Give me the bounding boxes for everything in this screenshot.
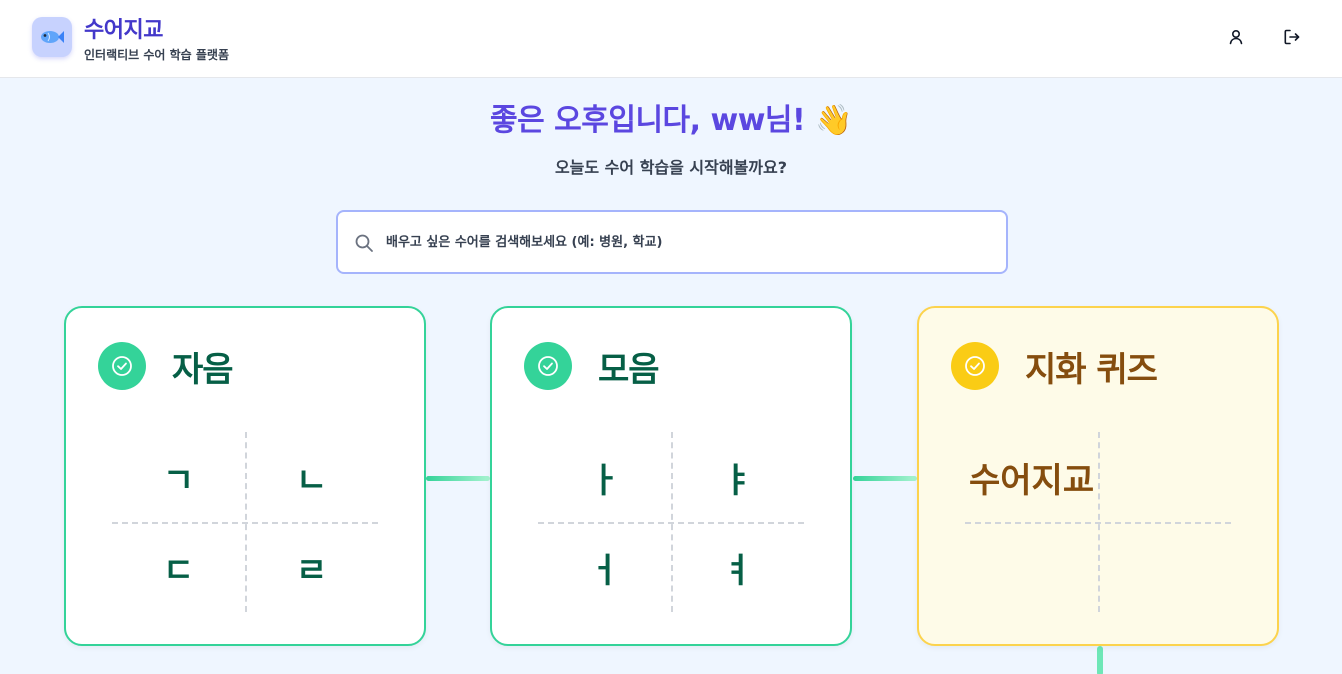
- char-grid: 수어지교: [965, 432, 1231, 612]
- char-cell: [965, 522, 1098, 612]
- card-title: 모음: [598, 350, 660, 390]
- search-input[interactable]: [386, 224, 986, 260]
- brand-name[interactable]: 수어지교: [84, 12, 163, 44]
- path-connector: [426, 476, 490, 481]
- user-icon[interactable]: [1226, 27, 1246, 47]
- char-cell: ㄹ: [295, 550, 328, 591]
- char-cell: ㅑ: [721, 460, 754, 501]
- char-cell: ㅕ: [721, 550, 754, 591]
- char-grid: ㄱ ㄴ ㄷ ㄹ: [112, 432, 378, 612]
- char-grid: ㅏ ㅑ ㅓ ㅕ: [538, 432, 804, 612]
- app-header: 수어지교 인터랙티브 수어 학습 플랫폼: [0, 0, 1342, 78]
- search-bar[interactable]: [336, 210, 1008, 274]
- search-icon: [355, 234, 373, 252]
- greeting-title: 좋은 오후입니다, ww님! 👋: [490, 103, 853, 138]
- greeting-subtitle: 오늘도 수어 학습을 시작해볼까요?: [554, 158, 788, 177]
- char-cell: ㄴ: [295, 460, 328, 501]
- lesson-card-consonants[interactable]: 자음 ㄱ ㄴ ㄷ ㄹ: [64, 306, 426, 646]
- fish-icon[interactable]: [32, 17, 72, 57]
- logout-icon[interactable]: [1282, 27, 1302, 47]
- lesson-card-vowels[interactable]: 모음 ㅏ ㅑ ㅓ ㅕ: [490, 306, 852, 646]
- char-cell: ㅏ: [588, 460, 621, 501]
- path-connector: [1097, 646, 1103, 674]
- char-cell: ㄷ: [162, 550, 195, 591]
- card-title: 자음: [172, 350, 234, 390]
- card-title: 지화 퀴즈: [1025, 350, 1158, 390]
- char-cell: [1098, 522, 1231, 612]
- char-cell: ㅓ: [588, 550, 621, 591]
- char-cell: ㄱ: [162, 460, 195, 501]
- path-connector: [853, 476, 917, 481]
- check-circle-icon: [951, 342, 999, 390]
- check-circle-icon: [98, 342, 146, 390]
- brand-subtitle: 인터랙티브 수어 학습 플랫폼: [84, 48, 230, 62]
- char-cell: [1098, 432, 1231, 522]
- check-circle-icon: [524, 342, 572, 390]
- lesson-card-fingerspelling-quiz[interactable]: 지화 퀴즈 수어지교: [917, 306, 1279, 646]
